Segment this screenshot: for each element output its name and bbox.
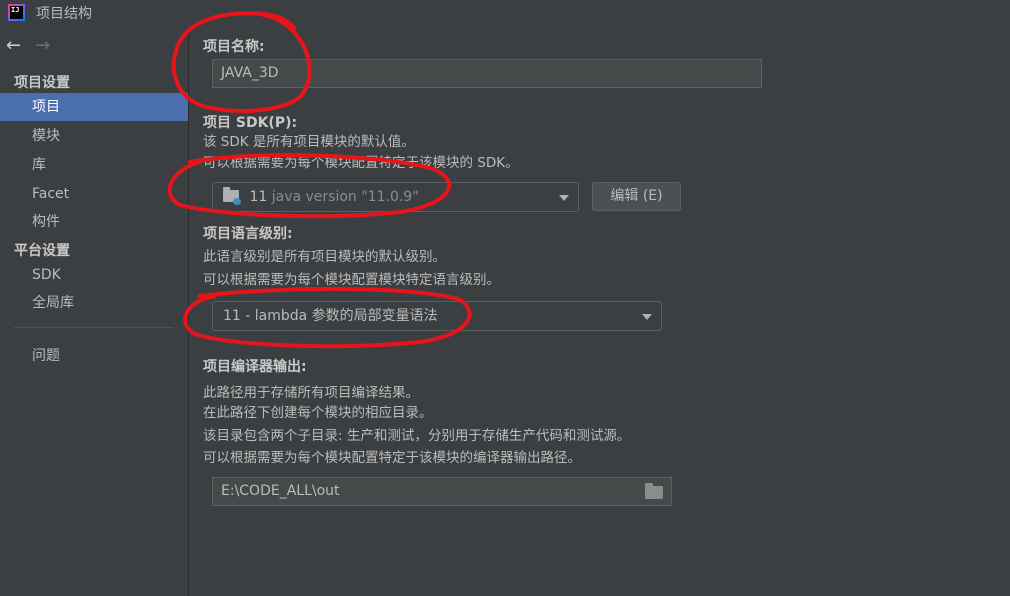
compiler-output-desc-4: 可以根据需要为每个模块配置特定于该模块的编译器输出路径。	[203, 450, 581, 466]
sdk-version: java version "11.0.9"	[271, 189, 419, 205]
sdk-number: 11	[249, 189, 268, 205]
sidebar-item-sdk[interactable]: SDK	[0, 261, 188, 289]
sdk-folder-icon	[223, 186, 241, 205]
language-level-dropdown[interactable]: 11 - lambda 参数的局部变量语法	[212, 301, 662, 331]
project-sdk-dropdown[interactable]: 11 java version "11.0.9"	[212, 182, 579, 212]
project-sdk-desc-1: 该 SDK 是所有项目模块的默认值。	[203, 134, 415, 150]
language-level-desc-2: 可以根据需要为每个模块配置模块特定语言级别。	[203, 272, 500, 288]
app-icon-text: IJ	[10, 6, 23, 19]
section-project-settings: 项目设置	[14, 75, 70, 91]
compiler-output-path: E:\CODE_ALL\out	[221, 483, 340, 499]
project-sdk-heading: 项目 SDK(P):	[203, 115, 298, 131]
sidebar-item-project[interactable]: 项目	[0, 93, 188, 121]
edit-sdk-button[interactable]: 编辑 (E)	[592, 182, 681, 211]
sidebar-item-global-libraries[interactable]: 全局库	[0, 289, 188, 317]
language-level-heading: 项目语言级别:	[203, 226, 293, 242]
compiler-output-heading: 项目编译器输出:	[203, 359, 307, 375]
language-level-value: 11 - lambda 参数的局部变量语法	[223, 308, 438, 324]
title-bar: IJ 项目结构	[0, 0, 1010, 28]
main-panel: 项目名称: JAVA_3D 项目 SDK(P): 该 SDK 是所有项目模块的默…	[190, 28, 1010, 596]
sidebar-divider	[14, 327, 174, 328]
sidebar-item-problems[interactable]: 问题	[0, 342, 188, 370]
sidebar-item-modules[interactable]: 模块	[0, 122, 188, 150]
language-level-desc-1: 此语言级别是所有项目模块的默认级别。	[203, 249, 446, 265]
project-name-heading: 项目名称:	[203, 39, 265, 55]
sidebar-item-artifacts[interactable]: 构件	[0, 208, 188, 236]
browse-folder-icon[interactable]	[645, 483, 663, 499]
intellij-app-icon: IJ	[8, 4, 25, 21]
forward-arrow-icon[interactable]: →	[35, 36, 50, 56]
project-name-input[interactable]: JAVA_3D	[212, 59, 762, 88]
project-sdk-desc-2: 可以根据需要为每个模块配置特定于该模块的 SDK。	[203, 155, 519, 171]
back-arrow-icon[interactable]: ←	[6, 36, 21, 56]
compiler-output-desc-2: 在此路径下创建每个模块的相应目录。	[203, 405, 433, 421]
sidebar: ← → 项目设置 项目 模块 库 Facet 构件 平台设置 SDK 全局库 问…	[0, 28, 189, 596]
section-platform-settings: 平台设置	[14, 243, 70, 259]
window-title: 项目结构	[36, 6, 92, 22]
sidebar-item-facet[interactable]: Facet	[0, 180, 188, 208]
compiler-output-path-input[interactable]: E:\CODE_ALL\out	[212, 477, 672, 506]
compiler-output-desc-3: 该目录包含两个子目录: 生产和测试，分别用于存储生产代码和测试源。	[203, 428, 631, 444]
nav-arrows: ← →	[6, 36, 50, 56]
chevron-down-icon	[559, 195, 569, 201]
sidebar-item-libraries[interactable]: 库	[0, 151, 188, 179]
chevron-down-icon	[642, 314, 652, 320]
